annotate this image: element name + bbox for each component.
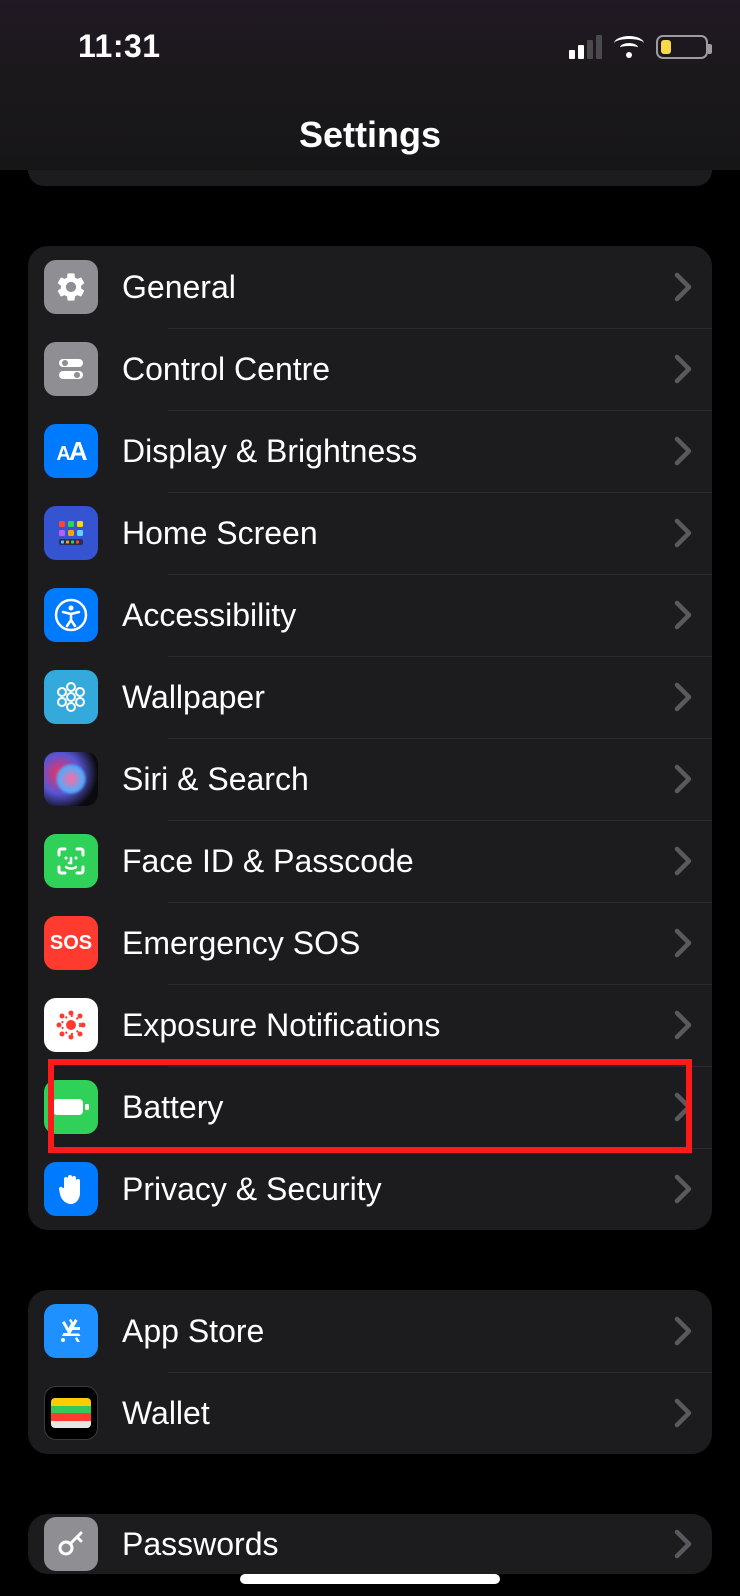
row-faceid-passcode[interactable]: Face ID & Passcode <box>28 820 712 902</box>
row-label: App Store <box>122 1313 674 1350</box>
settings-group-passwords: Passwords <box>28 1514 712 1574</box>
settings-group-store: App Store Wallet <box>28 1290 712 1454</box>
flower-icon <box>44 670 98 724</box>
row-label: Siri & Search <box>122 761 674 798</box>
settings-group-device: General Control Centre AA Display & Brig… <box>28 246 712 1230</box>
group-previous <box>28 170 712 186</box>
chevron-right-icon <box>674 436 692 466</box>
chevron-right-icon <box>674 1529 692 1559</box>
siri-icon <box>44 752 98 806</box>
row-label: Face ID & Passcode <box>122 843 674 880</box>
settings-scroll[interactable]: General Control Centre AA Display & Brig… <box>0 170 740 1596</box>
row-siri-search[interactable]: Siri & Search <box>28 738 712 820</box>
row-control-centre[interactable]: Control Centre <box>28 328 712 410</box>
row-accessibility[interactable]: Accessibility <box>28 574 712 656</box>
accessibility-icon <box>44 588 98 642</box>
chevron-right-icon <box>674 518 692 548</box>
row-label: Home Screen <box>122 515 674 552</box>
exposure-icon <box>44 998 98 1052</box>
row-label: General <box>122 269 674 306</box>
battery-status-icon <box>656 35 708 59</box>
sos-icon: SOS <box>44 916 98 970</box>
row-exposure-notifications[interactable]: Exposure Notifications <box>28 984 712 1066</box>
gear-icon <box>44 260 98 314</box>
chevron-right-icon <box>674 354 692 384</box>
textsize-icon: AA <box>44 424 98 478</box>
row-label: Exposure Notifications <box>122 1007 674 1044</box>
chevron-right-icon <box>674 928 692 958</box>
chevron-right-icon <box>674 272 692 302</box>
chevron-right-icon <box>674 846 692 876</box>
chevron-right-icon <box>674 764 692 794</box>
chevron-right-icon <box>674 682 692 712</box>
chevron-right-icon <box>674 1398 692 1428</box>
row-label: Privacy & Security <box>122 1171 674 1208</box>
wallet-icon <box>44 1386 98 1440</box>
row-label: Battery <box>122 1089 674 1126</box>
chevron-right-icon <box>674 1092 692 1122</box>
app-grid-icon <box>44 506 98 560</box>
row-label: Wallpaper <box>122 679 674 716</box>
row-privacy-security[interactable]: Privacy & Security <box>28 1148 712 1230</box>
row-label: Emergency SOS <box>122 925 674 962</box>
appstore-icon <box>44 1304 98 1358</box>
row-label: Passwords <box>122 1526 674 1563</box>
row-label: Display & Brightness <box>122 433 674 470</box>
row-label: Accessibility <box>122 597 674 634</box>
row-home-screen[interactable]: Home Screen <box>28 492 712 574</box>
key-icon <box>44 1517 98 1571</box>
row-passwords[interactable]: Passwords <box>28 1514 712 1574</box>
cellular-icon <box>569 35 602 59</box>
battery-icon <box>44 1080 98 1134</box>
row-battery[interactable]: Battery <box>28 1066 712 1148</box>
page-title: Settings <box>0 114 740 156</box>
row-wallet[interactable]: Wallet <box>28 1372 712 1454</box>
chevron-right-icon <box>674 1174 692 1204</box>
status-bar: 11:31 <box>0 28 740 65</box>
faceid-icon <box>44 834 98 888</box>
home-indicator[interactable] <box>240 1574 500 1584</box>
chevron-right-icon <box>674 600 692 630</box>
row-app-store[interactable]: App Store <box>28 1290 712 1372</box>
wifi-icon <box>614 36 644 58</box>
row-label: Wallet <box>122 1395 674 1432</box>
row-general[interactable]: General <box>28 246 712 328</box>
row-display-brightness[interactable]: AA Display & Brightness <box>28 410 712 492</box>
chevron-right-icon <box>674 1316 692 1346</box>
chevron-right-icon <box>674 1010 692 1040</box>
status-time: 11:31 <box>78 28 161 65</box>
row-wallpaper[interactable]: Wallpaper <box>28 656 712 738</box>
hand-icon <box>44 1162 98 1216</box>
row-label: Control Centre <box>122 351 674 388</box>
navigation-bar: 11:31 Settings <box>0 0 740 170</box>
toggles-icon <box>44 342 98 396</box>
row-emergency-sos[interactable]: SOS Emergency SOS <box>28 902 712 984</box>
